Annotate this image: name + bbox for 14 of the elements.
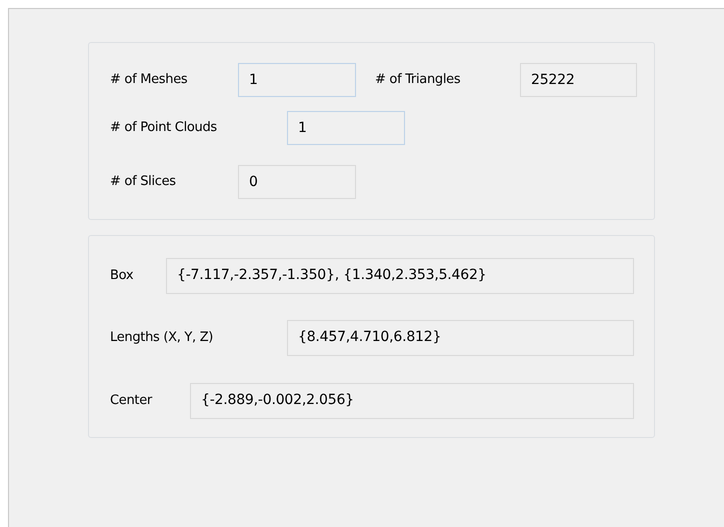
value-field[interactable]: 1	[287, 111, 405, 145]
field-label[interactable]: Center	[110, 391, 190, 411]
field-label[interactable]: # of Point Clouds	[110, 118, 287, 138]
value-field[interactable]: 1	[238, 63, 356, 97]
value-field[interactable]: {-2.889,-0.002,2.056}	[190, 383, 634, 419]
field-label[interactable]: # of Slices	[110, 172, 238, 192]
field-label[interactable]: # of Triangles	[375, 70, 520, 90]
field-label[interactable]: Box	[110, 266, 166, 286]
field-label[interactable]: Lengths (X, Y, Z)	[110, 328, 287, 348]
field-label[interactable]: # of Meshes	[110, 70, 238, 90]
value-field[interactable]: 0	[238, 165, 356, 199]
value-field[interactable]: {-7.117,-2.357,-1.350}, {1.340,2.353,5.462}	[166, 258, 634, 294]
value-field[interactable]: {8.457,4.710,6.812}	[287, 320, 634, 356]
value-field[interactable]: 25222	[520, 63, 637, 97]
